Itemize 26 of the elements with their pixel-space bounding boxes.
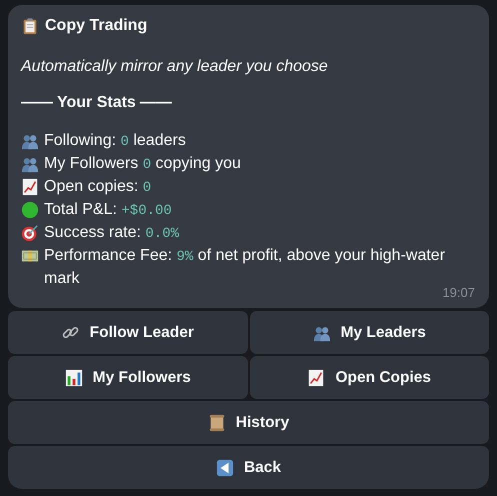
stat-text: Success rate: 0.0% xyxy=(44,223,179,244)
keyboard-button[interactable]: Back xyxy=(8,446,489,489)
back-icon xyxy=(216,458,234,476)
people-icon xyxy=(21,132,39,150)
chart-icon xyxy=(21,178,39,196)
rule-dash: —— xyxy=(21,93,53,113)
keyboard-button[interactable]: My Leaders xyxy=(250,311,489,354)
message-title: Copy Trading xyxy=(45,16,148,36)
stat-text: Open copies: 0 xyxy=(44,177,152,198)
section-heading: Your Stats xyxy=(57,93,136,113)
clipboard-icon xyxy=(21,17,39,35)
stat-text: Following: 0 leaders xyxy=(44,131,186,152)
keyboard-button[interactable]: History xyxy=(8,401,489,444)
subtitle: Automatically mirror any leader you choose xyxy=(21,57,328,77)
rule-dash: —— xyxy=(140,93,172,113)
keyboard-button[interactable]: My Followers xyxy=(8,356,248,399)
circle-icon xyxy=(21,201,39,219)
stat-text: My Followers 0 copying you xyxy=(44,154,241,175)
keyboard-button[interactable]: Follow Leader xyxy=(8,311,248,354)
people-icon xyxy=(21,155,39,173)
scroll-icon xyxy=(208,414,226,432)
stat-text: Total P&L: +$0.00 xyxy=(44,200,172,221)
target-icon xyxy=(21,224,39,242)
keyboard-button[interactable]: Open Copies xyxy=(250,356,489,399)
chart-icon xyxy=(307,368,326,386)
bar-chart-icon xyxy=(64,368,83,386)
